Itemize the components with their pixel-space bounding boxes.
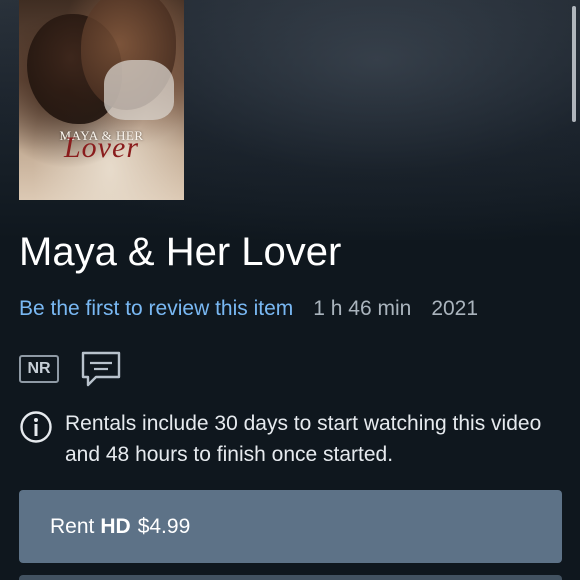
next-action-button[interactable] (19, 575, 562, 580)
rent-label: Rent (50, 514, 95, 538)
poster-dress (104, 60, 174, 120)
meta-row: Be the first to review this item 1 h 46 … (19, 294, 478, 324)
info-icon (20, 411, 52, 443)
review-link[interactable]: Be the first to review this item (19, 297, 293, 321)
release-year: 2021 (431, 297, 479, 320)
rental-info: Rentals include 30 days to start watchin… (19, 408, 559, 470)
poster-title-script: Lover (64, 131, 139, 164)
badge-row: NR (19, 350, 122, 388)
scrollbar[interactable] (572, 6, 576, 122)
runtime: 1 h 46 min (313, 297, 412, 320)
movie-poster[interactable]: MAYA & HER Lover (19, 0, 184, 200)
rental-info-text: Rentals include 30 days to start watchin… (65, 412, 542, 466)
rent-hd-button[interactable]: Rent HD $4.99 (19, 490, 562, 563)
rating-badge: NR (19, 355, 59, 383)
rent-quality: HD (100, 514, 131, 538)
closed-captions-icon (81, 351, 121, 387)
rent-price: $4.99 (137, 514, 191, 538)
page-title: Maya & Her Lover (19, 230, 342, 274)
